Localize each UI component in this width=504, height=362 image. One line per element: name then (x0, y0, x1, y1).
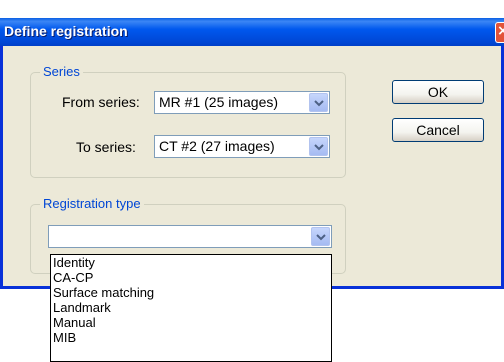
option-mib[interactable]: MIB (51, 330, 331, 345)
option-identity[interactable]: Identity (51, 255, 331, 270)
from-series-dropdown-button[interactable] (309, 93, 328, 112)
to-series-value: CT #2 (27 images) (159, 138, 275, 154)
close-button[interactable]: × (495, 22, 504, 43)
from-series-select[interactable]: MR #1 (25 images) (154, 91, 330, 114)
cancel-button[interactable]: Cancel (392, 118, 484, 142)
close-icon: × (497, 23, 504, 39)
from-series-label: From series: (62, 94, 140, 110)
series-group (30, 72, 346, 178)
ok-button[interactable]: OK (392, 80, 484, 104)
registration-type-options-list[interactable]: Identity CA-CP Surface matching Landmark… (50, 254, 332, 362)
to-series-label: To series: (76, 139, 136, 155)
registration-type-select[interactable] (48, 225, 332, 248)
option-landmark[interactable]: Landmark (51, 300, 331, 315)
dialog-title: Define registration (4, 23, 128, 39)
to-series-dropdown-button[interactable] (309, 137, 328, 156)
registration-type-group-label: Registration type (40, 196, 144, 211)
title-bar[interactable]: Define registration × (0, 18, 504, 46)
series-group-label: Series (40, 64, 83, 79)
chevron-down-icon (316, 234, 326, 241)
chevron-down-icon (314, 144, 324, 151)
option-manual[interactable]: Manual (51, 315, 331, 330)
option-ca-cp[interactable]: CA-CP (51, 270, 331, 285)
chevron-down-icon (314, 100, 324, 107)
option-surface-matching[interactable]: Surface matching (51, 285, 331, 300)
from-series-value: MR #1 (25 images) (159, 94, 279, 110)
registration-type-dropdown-button[interactable] (311, 227, 330, 246)
to-series-select[interactable]: CT #2 (27 images) (154, 135, 330, 158)
